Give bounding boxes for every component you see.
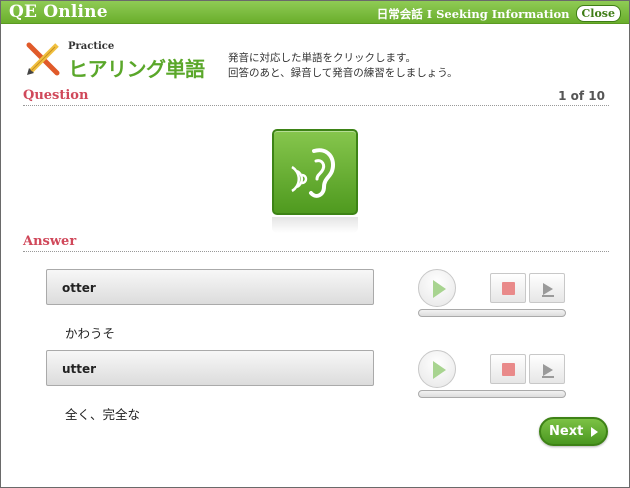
record-stop-button[interactable] — [490, 273, 526, 303]
play-question-sound-button[interactable] — [272, 129, 358, 215]
playback-icon-base — [542, 376, 554, 378]
page-title: ヒアリング単語 — [68, 57, 205, 81]
answer-option-meaning: 全く、完全な — [65, 407, 141, 422]
arrow-right-icon — [591, 427, 598, 437]
recording-progress-bar — [418, 390, 566, 398]
next-button[interactable]: Next — [539, 417, 608, 446]
stop-icon — [502, 282, 515, 295]
recording-progress-bar — [418, 309, 566, 317]
next-button-label: Next — [549, 424, 584, 439]
question-label: Question — [23, 88, 89, 103]
playback-recording-button[interactable] — [529, 273, 565, 303]
play-model-button[interactable] — [418, 269, 456, 307]
practice-label: Practice — [68, 41, 115, 52]
playback-icon — [543, 364, 553, 376]
instruction-line-2: 回答のあと、録音して発音の練習をしましょう。 — [228, 67, 458, 79]
playback-icon-base — [542, 295, 554, 297]
pencil-cross-icon — [26, 42, 60, 76]
playback-icon — [543, 283, 553, 295]
record-stop-button[interactable] — [490, 354, 526, 384]
app-title: QE Online — [9, 2, 108, 22]
playback-recording-button[interactable] — [529, 354, 565, 384]
answer-option-otter[interactable]: otter — [46, 269, 374, 305]
answer-divider — [23, 251, 609, 252]
title-bar: QE Online 日常会話 I Seeking Information Clo… — [1, 1, 629, 24]
answer-label: Answer — [23, 234, 77, 249]
answer-option-utter[interactable]: utter — [46, 350, 374, 386]
answer-option-meaning: かわうそ — [65, 326, 116, 341]
play-icon — [433, 280, 446, 298]
question-divider — [23, 105, 609, 106]
title-bar-right: 日常会話 I Seeking Information Close — [377, 5, 621, 22]
lesson-name: 日常会話 I Seeking Information — [376, 6, 570, 21]
play-icon — [433, 361, 446, 379]
sound-button-reflection — [272, 217, 358, 233]
instruction-line-1: 発音に対応した単語をクリックします。 — [228, 52, 416, 64]
instructions: 発音に対応した単語をクリックします。 回答のあと、録音して発音の練習をしましょう… — [228, 51, 458, 81]
answer-option-word: otter — [62, 281, 96, 295]
app-window: QE Online 日常会話 I Seeking Information Clo… — [0, 0, 630, 488]
stop-icon — [502, 363, 515, 376]
play-model-button[interactable] — [418, 350, 456, 388]
question-counter: 1 of 10 — [558, 89, 605, 103]
close-button[interactable]: Close — [575, 5, 621, 22]
answer-option-word: utter — [62, 362, 97, 376]
ear-sound-icon — [291, 148, 335, 198]
